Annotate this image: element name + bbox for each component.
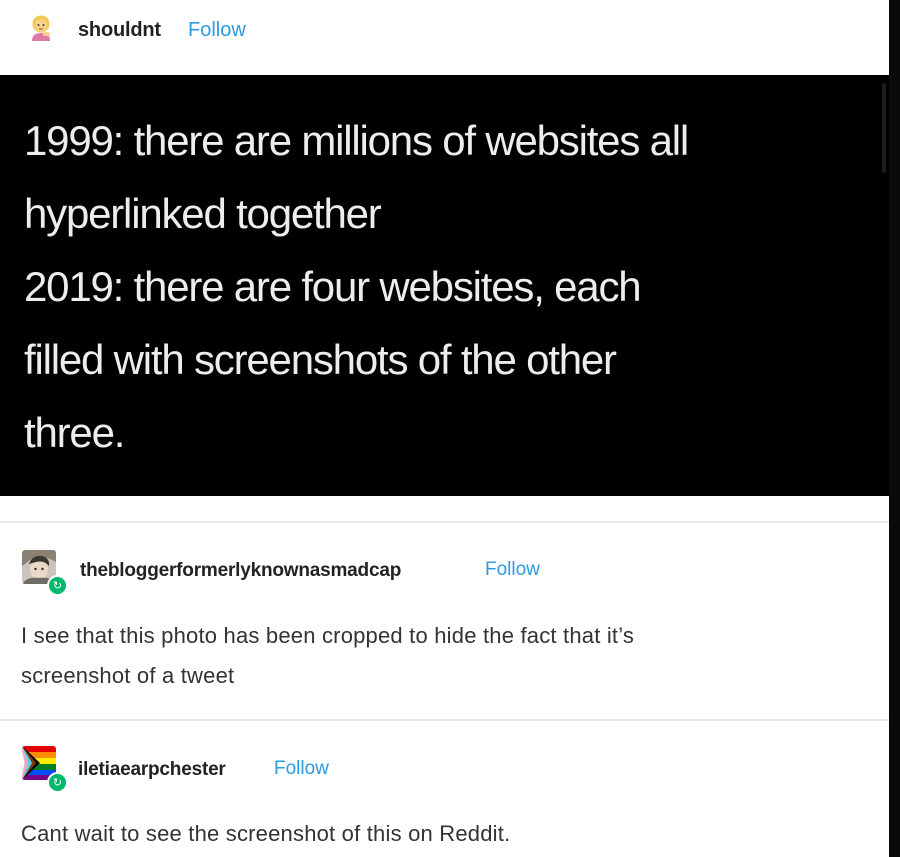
- screen-edge: [889, 0, 900, 857]
- reblog-comment-line: I see that this photo has been cropped t…: [21, 623, 635, 648]
- reblog-comment-line: Cant wait to see the screenshot of this …: [21, 821, 511, 846]
- follow-reblogger-button[interactable]: Follow: [485, 559, 540, 581]
- original-post-header: shouldnt Follow: [0, 0, 889, 75]
- original-poster-username[interactable]: shouldnt: [78, 19, 161, 42]
- reblog-divider: [0, 719, 889, 721]
- image-edge-scrollbar: [882, 83, 886, 173]
- reblogger-username[interactable]: thebloggerformerlyknownasmadcap: [80, 560, 401, 582]
- post-text-line: 1999: there are millions of websites all: [24, 117, 689, 164]
- reblog-comment-line: screenshot of a tweet: [21, 663, 235, 688]
- reblog-comment: I see that this photo has been cropped t…: [21, 616, 634, 696]
- post-text-line: hyperlinked together: [24, 190, 382, 237]
- reblog-comment: Cant wait to see the screenshot of this …: [21, 814, 510, 854]
- reblogger-username[interactable]: iletiaearpchester: [78, 759, 226, 781]
- post-text-line: filled with screenshots of the other: [24, 336, 617, 383]
- tumblr-post-card: shouldnt Follow 1999: there are millions…: [0, 0, 889, 857]
- post-text-line: 2019: there are four websites, each: [24, 263, 642, 310]
- person-emoji-icon[interactable]: [30, 15, 52, 41]
- post-text-line: three.: [24, 409, 125, 456]
- post-image: 1999: there are millions of websites all…: [0, 75, 889, 496]
- reblog-icon: ↻: [47, 772, 68, 793]
- follow-reblogger-button[interactable]: Follow: [274, 758, 329, 780]
- post-image-text: 1999: there are millions of websites all…: [24, 104, 854, 469]
- reblog-divider: [0, 521, 889, 523]
- reblog-icon: ↻: [47, 575, 68, 596]
- follow-original-poster-button[interactable]: Follow: [188, 19, 246, 42]
- page: shouldnt Follow 1999: there are millions…: [0, 0, 900, 857]
